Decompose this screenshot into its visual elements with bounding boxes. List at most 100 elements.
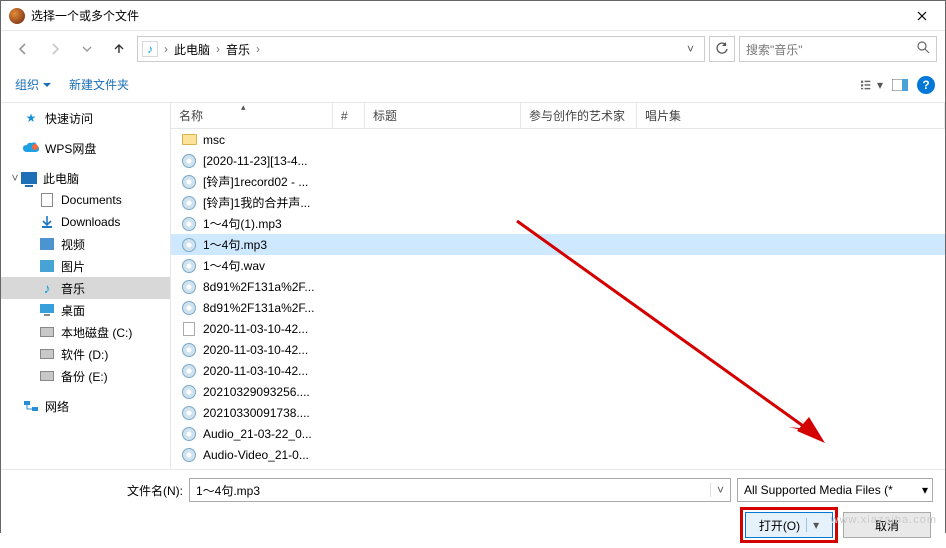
breadcrumb-history-dropdown[interactable]: ˅: [681, 42, 700, 56]
file-row[interactable]: [2020-11-23][13-4...: [171, 150, 945, 171]
file-list[interactable]: msc [2020-11-23][13-4... [铃声]1record02 - .…: [171, 129, 945, 469]
download-icon: [39, 214, 55, 230]
search-input[interactable]: 搜索"音乐": [739, 36, 937, 62]
sidebar-wps[interactable]: WPS网盘: [1, 137, 170, 159]
sidebar-drive-e[interactable]: 备份 (E:): [1, 365, 170, 387]
sidebar-videos[interactable]: 视频: [1, 233, 170, 255]
file-name: 2020-11-03-10-42...: [203, 364, 308, 378]
collapse-icon[interactable]: ˅: [9, 171, 21, 185]
dialog-footer: 文件名(N): ˅ All Supported Media Files (* ▾…: [1, 469, 945, 548]
cloud-icon: [23, 140, 39, 156]
file-row[interactable]: 2020-11-03-10-42...: [171, 318, 945, 339]
file-row[interactable]: 2020-11-03-10-42...: [171, 339, 945, 360]
nav-forward[interactable]: [41, 35, 69, 63]
breadcrumb-seg-thispc[interactable]: 此电脑: [170, 41, 214, 58]
drive-icon: [39, 346, 55, 362]
nav-up[interactable]: [105, 35, 133, 63]
audio-file-icon: [181, 405, 197, 421]
refresh-button[interactable]: [709, 36, 735, 62]
toolbar: 组织 新建文件夹 ▾ ?: [1, 67, 945, 103]
open-split-icon[interactable]: ▾: [806, 518, 819, 532]
chevron-right-icon: ›: [214, 42, 222, 56]
file-name: 8d91%2F131a%2F...: [203, 280, 314, 294]
drive-icon: [39, 368, 55, 384]
file-row[interactable]: 20210330091738....: [171, 402, 945, 423]
drive-icon: [39, 324, 55, 340]
file-row[interactable]: Audio-Video_21-0...: [171, 444, 945, 465]
col-artist[interactable]: 参与创作的艺术家: [521, 103, 637, 128]
chevron-right-icon: ›: [162, 42, 170, 56]
file-name: 8d91%2F131a%2F...: [203, 301, 314, 315]
preview-pane-button[interactable]: [889, 74, 911, 96]
document-icon: [181, 321, 197, 337]
sidebar-quick-access[interactable]: ★快速访问: [1, 107, 170, 129]
column-headers: ▴ 名称 # 标题 参与创作的艺术家 唱片集: [171, 103, 945, 129]
file-row[interactable]: 2020-11-03-10-42...: [171, 360, 945, 381]
filetype-dropdown[interactable]: All Supported Media Files (* ▾: [737, 478, 933, 502]
new-folder-button[interactable]: 新建文件夹: [69, 76, 129, 93]
file-name: Audio-Video_21-0...: [203, 448, 309, 462]
file-row[interactable]: 1～4句.mp3: [171, 234, 945, 255]
file-name: [2020-11-23][13-4...: [203, 154, 308, 168]
col-number[interactable]: #: [333, 103, 365, 128]
filename-label: 文件名(N):: [13, 482, 189, 499]
view-mode-button[interactable]: ▾: [861, 74, 883, 96]
sidebar-this-pc[interactable]: ˅此电脑: [1, 167, 170, 189]
file-row[interactable]: 1～4句.wav: [171, 255, 945, 276]
sidebar-drive-d[interactable]: 软件 (D:): [1, 343, 170, 365]
audio-file-icon: [181, 426, 197, 442]
network-icon: [23, 398, 39, 414]
folder-icon: [181, 132, 197, 148]
sidebar-network[interactable]: 网络: [1, 395, 170, 417]
filename-input[interactable]: [190, 479, 710, 501]
film-icon: [39, 236, 55, 252]
col-name[interactable]: 名称: [171, 103, 333, 128]
window-title: 选择一个或多个文件: [31, 7, 899, 24]
file-row[interactable]: 1～4句(1).mp3: [171, 213, 945, 234]
nav-back[interactable]: [9, 35, 37, 63]
file-row[interactable]: 20210329093256....: [171, 381, 945, 402]
sidebar-desktop[interactable]: 桌面: [1, 299, 170, 321]
monitor-icon: [21, 170, 37, 186]
sidebar: ★快速访问 WPS网盘 ˅此电脑 Documents Downloads 视频 …: [1, 103, 171, 469]
breadcrumb-seg-music[interactable]: 音乐: [222, 41, 254, 58]
image-icon: [39, 258, 55, 274]
close-icon: [917, 11, 927, 21]
main-area: ★快速访问 WPS网盘 ˅此电脑 Documents Downloads 视频 …: [1, 103, 945, 469]
breadcrumb[interactable]: ♪ › 此电脑 › 音乐 › ˅: [137, 36, 705, 62]
file-row[interactable]: [铃声]1record02 - ...: [171, 171, 945, 192]
close-button[interactable]: [899, 1, 945, 31]
cancel-button[interactable]: 取消: [843, 512, 931, 538]
audio-file-icon: [181, 363, 197, 379]
help-button[interactable]: ?: [917, 76, 935, 94]
sidebar-downloads[interactable]: Downloads: [1, 211, 170, 233]
audio-file-icon: [181, 237, 197, 253]
col-album[interactable]: 唱片集: [637, 103, 945, 128]
sidebar-drive-c[interactable]: 本地磁盘 (C:): [1, 321, 170, 343]
audio-file-icon: [181, 300, 197, 316]
sidebar-music[interactable]: ♪音乐: [1, 277, 170, 299]
search-placeholder: 搜索"音乐": [746, 41, 917, 58]
filename-dropdown[interactable]: ˅: [710, 483, 730, 497]
open-button[interactable]: 打开(O) ▾: [745, 512, 833, 538]
music-folder-icon: ♪: [142, 41, 158, 57]
file-row[interactable]: msc: [171, 129, 945, 150]
file-row[interactable]: [铃声]1我的合并声...: [171, 192, 945, 213]
organize-menu[interactable]: 组织: [15, 76, 51, 93]
file-name: 1～4句.wav: [203, 257, 265, 274]
audio-file-icon: [181, 258, 197, 274]
file-row[interactable]: 8d91%2F131a%2F...: [171, 297, 945, 318]
col-title[interactable]: 标题: [365, 103, 521, 128]
audio-file-icon: [181, 447, 197, 463]
music-note-icon: ♪: [39, 280, 55, 296]
refresh-icon: [715, 42, 729, 56]
star-icon: ★: [23, 110, 39, 126]
file-row[interactable]: 8d91%2F131a%2F...: [171, 276, 945, 297]
search-icon: [917, 41, 930, 57]
file-name: msc: [203, 133, 225, 147]
sidebar-documents[interactable]: Documents: [1, 189, 170, 211]
filename-field-wrap: ˅: [189, 478, 731, 502]
nav-recent-dropdown[interactable]: [73, 35, 101, 63]
file-row[interactable]: Audio_21-03-22_0...: [171, 423, 945, 444]
sidebar-pictures[interactable]: 图片: [1, 255, 170, 277]
